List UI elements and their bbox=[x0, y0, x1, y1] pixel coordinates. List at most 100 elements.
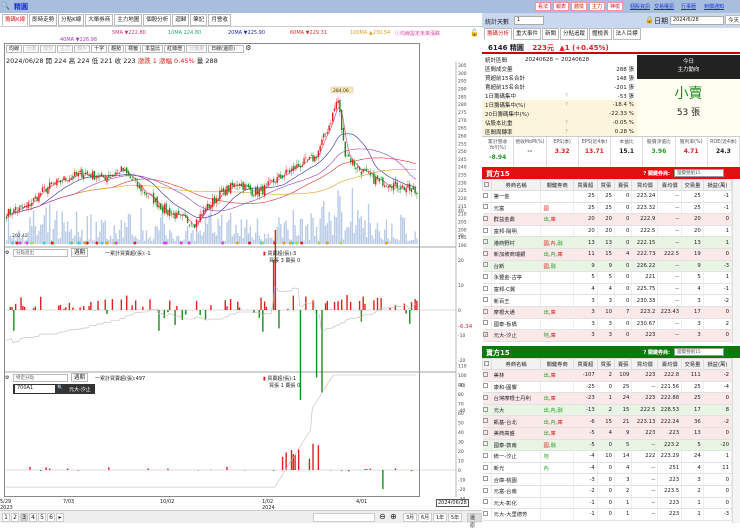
row-checkbox[interactable] bbox=[483, 393, 492, 405]
panel2-period-button[interactable]: 週期 bbox=[71, 248, 88, 257]
right-tab[interactable]: 分點追蹤 bbox=[560, 28, 588, 40]
range-button[interactable]: 6月 bbox=[418, 513, 432, 522]
broker-name[interactable]: 美林 bbox=[491, 370, 541, 382]
table-row[interactable]: 康和-圓饗-25025--221.5625-4 bbox=[483, 381, 732, 393]
table-row[interactable]: 摩根大通出,庫3107223.2223.43170 bbox=[483, 306, 732, 318]
table-row[interactable]: 合庫-桃園-303--22330 bbox=[483, 474, 732, 486]
broker-name[interactable]: 統一-汐止 bbox=[491, 451, 541, 463]
table-row[interactable]: 國泰-板橋330230.67--32 bbox=[483, 318, 732, 330]
broker-name[interactable]: 國泰-板橋 bbox=[491, 318, 541, 330]
range-button[interactable]: 1年 bbox=[433, 513, 447, 522]
row-checkbox[interactable] bbox=[483, 497, 492, 509]
panel3-period-button[interactable]: 週期 bbox=[71, 373, 88, 382]
table-row[interactable]: 美商高盛出,庫-549223223130 bbox=[483, 427, 732, 439]
nav-link[interactable]: 交易權訊 bbox=[654, 3, 674, 10]
column-header[interactable]: 買賣超 bbox=[573, 180, 597, 191]
column-header[interactable]: 買賣超 bbox=[573, 359, 597, 370]
row-checkbox[interactable] bbox=[483, 214, 492, 226]
row-checkbox[interactable] bbox=[483, 237, 492, 249]
column-header[interactable]: 賣均價 bbox=[658, 180, 682, 191]
nav-button[interactable]: 報表 bbox=[553, 2, 569, 11]
broker-name[interactable]: 國泰-敦南 bbox=[491, 439, 541, 451]
zoom-out-icon[interactable]: ⊖ bbox=[379, 512, 386, 521]
table-row[interactable]: ✓元大-汐止地,庫330223--30 bbox=[483, 330, 732, 342]
table-row[interactable]: 新光內-404--251411 bbox=[483, 462, 732, 474]
help-icon[interactable]: ? bbox=[565, 129, 595, 135]
broker-name[interactable]: 合庫-桃園 bbox=[491, 474, 541, 486]
row-checkbox[interactable] bbox=[483, 509, 492, 521]
broker-name[interactable]: 台新 bbox=[491, 260, 541, 272]
column-header[interactable]: 關鍵券商 bbox=[541, 180, 573, 191]
table-row[interactable]: 元富國25250223.32--25-1 bbox=[483, 202, 732, 214]
date-range-input[interactable] bbox=[313, 513, 375, 522]
column-header[interactable]: 券商名稱 bbox=[491, 359, 541, 370]
broker-name[interactable]: 摩根大通 bbox=[491, 306, 541, 318]
table-row[interactable]: 群益金鼎出,庫20200222.9--200 bbox=[483, 214, 732, 226]
broker-name[interactable]: 港商野村 bbox=[491, 237, 541, 249]
column-header[interactable]: 買張 bbox=[597, 359, 614, 370]
row-checkbox[interactable] bbox=[483, 474, 492, 486]
column-header[interactable]: 賣均價 bbox=[658, 359, 682, 370]
row-checkbox[interactable] bbox=[483, 404, 492, 416]
row-checkbox[interactable]: ✓ bbox=[483, 330, 492, 342]
nav-button[interactable]: 看法 bbox=[535, 2, 551, 11]
page-button[interactable]: 4 bbox=[29, 513, 37, 522]
broker-name[interactable]: 台灣摩根士丹利 bbox=[491, 393, 541, 405]
date-input[interactable]: 2024/6/28 bbox=[670, 16, 724, 25]
broker-name[interactable]: 元大 bbox=[491, 404, 541, 416]
broker-name[interactable]: 富邦-陽明 bbox=[491, 225, 541, 237]
page-button[interactable]: 5 bbox=[38, 513, 46, 522]
panel2-selector[interactable]: 分點進出 bbox=[13, 249, 68, 257]
sell-table-scrollbar[interactable] bbox=[732, 358, 740, 523]
broker-name[interactable]: 元大-大里德芳 bbox=[491, 509, 541, 521]
table-row[interactable]: 永豐金-古亭550221--51 bbox=[483, 272, 732, 284]
broker-name[interactable]: 新百王 bbox=[491, 295, 541, 307]
broker-code-input[interactable]: 700A1 bbox=[15, 385, 55, 393]
row-checkbox[interactable] bbox=[483, 306, 492, 318]
settings-icon[interactable]: ⚙ bbox=[5, 375, 9, 381]
today-button[interactable]: 今天 bbox=[725, 15, 740, 25]
broker-name[interactable]: 元大-彰化 bbox=[491, 497, 541, 509]
range-button[interactable]: 5年 bbox=[448, 513, 462, 522]
page-button[interactable]: 2 bbox=[11, 513, 19, 522]
column-header[interactable]: 損益(萬) bbox=[703, 180, 731, 191]
row-checkbox[interactable] bbox=[483, 416, 492, 428]
broker-name[interactable]: 第一金 bbox=[491, 191, 541, 203]
table-row[interactable]: 元大-彰化-101--22310 bbox=[483, 497, 732, 509]
zoom-in-icon[interactable]: ⊕ bbox=[390, 512, 397, 521]
row-checkbox[interactable] bbox=[483, 202, 492, 214]
settings-icon[interactable]: ⚙ bbox=[5, 250, 9, 256]
row-checkbox[interactable] bbox=[483, 381, 492, 393]
row-checkbox[interactable] bbox=[483, 295, 492, 307]
column-header[interactable]: 買均價 bbox=[632, 180, 658, 191]
table-row[interactable]: 富邦-陽明20200222.5--201 bbox=[483, 225, 732, 237]
broker-name[interactable]: 美商高盛 bbox=[491, 427, 541, 439]
row-checkbox[interactable] bbox=[483, 260, 492, 272]
row-checkbox[interactable] bbox=[483, 427, 492, 439]
table-row[interactable]: 凱基-台北出,內,庫-61521223.13222.2436-2 bbox=[483, 416, 732, 428]
right-tab[interactable]: 體檢表 bbox=[589, 28, 612, 40]
row-checkbox[interactable] bbox=[483, 191, 492, 203]
row-checkbox[interactable] bbox=[483, 283, 492, 295]
broker-name[interactable]: 新加坡商瑞銀 bbox=[491, 248, 541, 260]
help-icon[interactable]: ? bbox=[565, 102, 595, 108]
right-tab[interactable]: 法人目標 bbox=[613, 28, 641, 40]
broker-name[interactable]: 元富 bbox=[491, 202, 541, 214]
row-checkbox[interactable] bbox=[483, 485, 492, 497]
table-row[interactable]: 元大-大里德芳-101--2231-3 bbox=[483, 509, 732, 521]
table-row[interactable]: 國泰-敦南國,融-505--223.25-20 bbox=[483, 439, 732, 451]
column-header[interactable]: 賣張 bbox=[615, 180, 632, 191]
page-button[interactable]: 3 bbox=[20, 513, 28, 522]
row-checkbox[interactable] bbox=[483, 225, 492, 237]
column-header[interactable]: 損益(萬) bbox=[703, 359, 731, 370]
nav-link[interactable]: 個股資訊 bbox=[630, 3, 650, 10]
range-button[interactable]: 3月 bbox=[403, 513, 417, 522]
table-row[interactable]: 港商野村國,內,融13130222.15--131 bbox=[483, 237, 732, 249]
column-header[interactable]: 券商名稱 bbox=[491, 180, 541, 191]
key-broker-select[interactable]: 當變營組15 bbox=[674, 348, 724, 356]
table-row[interactable]: 美林出,庫-1072109223222.8111-2 bbox=[483, 370, 732, 382]
help-icon[interactable]: ? bbox=[565, 120, 595, 126]
column-header[interactable]: 關鍵券商 bbox=[541, 359, 573, 370]
broker-name[interactable]: 康和-圓饗 bbox=[491, 381, 541, 393]
row-checkbox[interactable] bbox=[483, 318, 492, 330]
